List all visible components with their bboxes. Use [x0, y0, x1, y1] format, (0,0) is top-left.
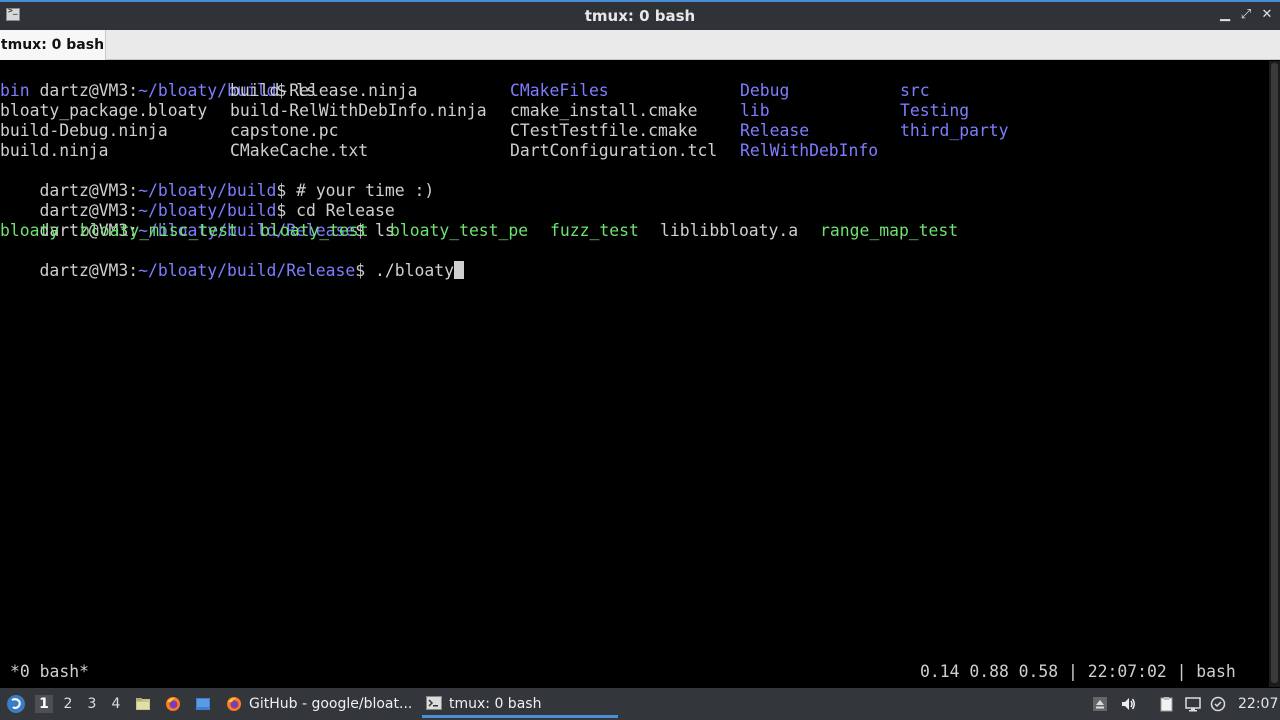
ls-entry-dir: bin [0, 81, 30, 100]
ls-entry-dir: lib [740, 101, 770, 120]
close-icon[interactable]: ✕ [1259, 7, 1275, 22]
task-label: tmux: 0 bash [449, 696, 542, 712]
file-manager-icon[interactable] [135, 696, 151, 712]
ls-entry-dir: Testing [900, 101, 970, 120]
terminal-line-prompt: dartz@VM3:~/bloaty/build$ cd Release [39, 201, 395, 220]
task-tmux-terminal[interactable]: tmux: 0 bash [422, 690, 618, 718]
ls-entry-file: liblibbloaty.a [660, 221, 799, 240]
eject-icon[interactable] [1092, 696, 1108, 712]
taskbar: 1 2 3 4 GitHub - google/bloat... tmux: 0… [0, 688, 1280, 720]
taskbar-clock[interactable]: 22:07 [1238, 688, 1278, 720]
prompt-command-input[interactable]: ./bloaty [375, 261, 454, 280]
firefox-launcher-icon[interactable] [165, 696, 181, 712]
ls-entry-file: build.ninja [0, 141, 109, 160]
ls-row: build-Debug.ninja capstone.pc CTestTestf… [0, 121, 1280, 141]
terminal-line-prompt: dartz@VM3:~/bloaty/build/Release$ ls [39, 221, 395, 240]
firefox-icon [227, 697, 241, 711]
terminal-line-prompt: dartz@VM3:~/bloaty/build$ # your time :) [39, 181, 435, 200]
ls-entry-file: build-Release.ninja [230, 81, 418, 100]
task-label: GitHub - google/bloat... [249, 696, 413, 712]
ls-entry-dir: Debug [740, 81, 790, 100]
update-notifier-icon[interactable] [1210, 696, 1226, 712]
window-title: tmux: 0 bash [584, 7, 696, 25]
ls-entry-exec: range_map_test [820, 221, 959, 240]
ls-entry-exec: fuzz_test [550, 221, 639, 240]
tab-bar: tmux: 0 bash [0, 30, 1280, 60]
ls-entry-dir: src [900, 81, 930, 100]
tmux-window-list[interactable]: *0 bash* [10, 660, 89, 684]
ls-entry-exec: bloaty_test_pe [390, 221, 529, 240]
volume-icon[interactable] [1120, 696, 1136, 712]
terminal-scrollbar[interactable] [1269, 61, 1280, 687]
ls-entry-file: bloaty_package.bloaty [0, 101, 208, 120]
ls-entry-file: cmake_install.cmake [510, 101, 698, 120]
tmux-status-right: 0.14 0.88 0.58 | 22:07:02 | bash [920, 662, 1236, 681]
ls-entry-dir: RelWithDebInfo [740, 141, 879, 160]
prompt-path: ~/bloaty/build/Release [138, 261, 356, 280]
terminal-line-prompt: dartz@VM3:~/bloaty/build/Release$ ./bloa… [0, 241, 464, 280]
prompt-user: dartz@VM3 [39, 261, 129, 280]
task-firefox-github[interactable]: GitHub - google/bloat... [222, 690, 414, 718]
ls-entry-file: capstone.pc [230, 121, 339, 140]
ls-row: bloaty bloaty_misc_test bloaty_test bloa… [0, 221, 1280, 241]
ls-entry-file: CMakeCache.txt [230, 141, 369, 160]
start-menu-icon[interactable] [6, 694, 26, 714]
network-icon[interactable] [1185, 696, 1201, 712]
terminal-line-prompt: dartz@VM3:~/bloaty/build$ ls [39, 81, 316, 100]
workspace-1[interactable]: 1 [35, 695, 53, 713]
terminal-icon [426, 696, 442, 710]
show-desktop-icon[interactable] [195, 696, 211, 712]
ls-entry-file: CTestTestfile.cmake [510, 121, 698, 140]
ls-entry-exec: bloaty_test [260, 221, 369, 240]
ls-row: build.ninja CMakeCache.txt DartConfigura… [0, 141, 1280, 161]
tmux-status-bar: *0 bash* 0.14 0.88 0.58 | 22:07:02 | bas… [0, 660, 1280, 684]
clipboard-icon[interactable] [1158, 696, 1174, 712]
workspace-4[interactable]: 4 [107, 695, 125, 713]
workspace-2[interactable]: 2 [59, 695, 77, 713]
ls-entry-dir: third_party [900, 121, 1009, 140]
terminal-cursor [453, 261, 464, 279]
maximize-icon[interactable]: ⤢ [1238, 7, 1254, 22]
minimize-icon[interactable]: ▁ [1217, 7, 1233, 22]
terminal-area[interactable]: dartz@VM3:~/bloaty/build$ ls bin build-R… [0, 61, 1280, 687]
ls-entry-file: build-RelWithDebInfo.ninja [230, 101, 487, 120]
tab-tmux-bash[interactable]: tmux: 0 bash [0, 30, 106, 60]
window-titlebar[interactable]: tmux: 0 bash ▁ ⤢ ✕ [0, 0, 1280, 30]
ls-entry-dir: CMakeFiles [510, 81, 609, 100]
ls-row: bloaty_package.bloaty build-RelWithDebIn… [0, 101, 1280, 121]
scrollbar-thumb[interactable] [1271, 63, 1278, 683]
ls-entry-exec: bloaty_misc_test [80, 221, 238, 240]
ls-entry-dir: Release [740, 121, 810, 140]
ls-row: bin build-Release.ninja CMakeFiles Debug… [0, 81, 1280, 101]
ls-entry-exec: bloaty [0, 221, 60, 240]
ls-entry-file: build-Debug.ninja [0, 121, 168, 140]
workspace-3[interactable]: 3 [83, 695, 101, 713]
ls-entry-file: DartConfiguration.tcl [510, 141, 718, 160]
